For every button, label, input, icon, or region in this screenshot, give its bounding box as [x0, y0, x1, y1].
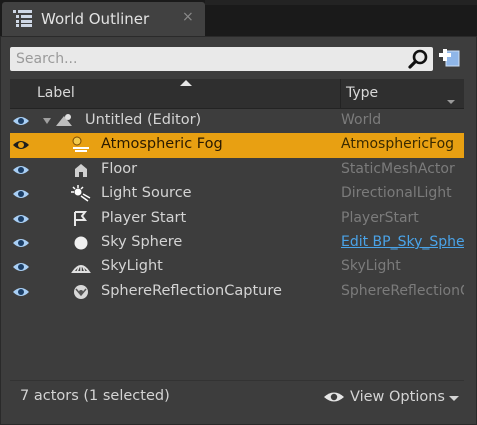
- sort-ascending-icon[interactable]: [180, 80, 192, 86]
- actor-label: Floor: [101, 160, 138, 177]
- actor-row-untitled-editor[interactable]: Untitled (Editor) World: [10, 109, 464, 133]
- edit-blueprint-link[interactable]: Edit BP_Sky_Sphere: [341, 234, 464, 250]
- player-start-icon: [74, 210, 87, 226]
- static-mesh-icon: [75, 163, 87, 177]
- sphere-icon: [74, 236, 88, 250]
- skylight-icon: [71, 265, 91, 274]
- actor-row-sky-sphere[interactable]: Sky Sphere Edit BP_Sky_Sphere: [10, 231, 464, 255]
- column-type-header[interactable]: Type: [346, 85, 378, 101]
- fog-icon: [72, 136, 89, 153]
- eye-visibility-icon[interactable]: [12, 163, 30, 177]
- world-icon: [56, 114, 72, 126]
- actor-list: Untitled (Editor) World Atmospheric Fog …: [10, 109, 464, 304]
- actor-label: SphereReflectionCapture: [101, 282, 282, 299]
- column-label-header[interactable]: Label: [37, 85, 75, 101]
- actor-type: DirectionalLight: [341, 185, 452, 202]
- tab-bar-strip: [205, 0, 477, 5]
- column-header: Label Type: [10, 79, 464, 109]
- eye-visibility-icon[interactable]: [12, 138, 30, 152]
- actor-type: PlayerStart: [341, 209, 419, 226]
- actor-row-light-source[interactable]: Light Source DirectionalLight: [10, 182, 464, 206]
- eye-visibility-icon[interactable]: [12, 285, 30, 299]
- eye-visibility-icon[interactable]: [12, 212, 30, 226]
- actor-row-floor[interactable]: Floor StaticMeshActor: [10, 158, 464, 182]
- actor-type: SphereReflectionCapture: [341, 282, 464, 299]
- actor-type: SkyLight: [341, 258, 401, 275]
- tab-bar: World Outliner ×: [0, 0, 477, 36]
- view-options-label: View Options: [350, 389, 445, 405]
- actor-label: Atmospheric Fog: [101, 136, 223, 153]
- outliner-panel: Label Type Untitled (Editor) World A: [0, 36, 477, 425]
- chevron-down-icon[interactable]: [447, 100, 455, 104]
- search-icon[interactable]: [408, 49, 428, 69]
- actor-label: Light Source: [101, 185, 192, 202]
- actor-count-status: 7 actors (1 selected): [20, 388, 170, 404]
- chevron-down-icon: [448, 395, 459, 401]
- search-input[interactable]: [10, 47, 400, 71]
- actor-label: Untitled (Editor): [85, 112, 202, 128]
- eye-visibility-icon[interactable]: [12, 114, 30, 128]
- directional-light-icon: [71, 185, 91, 202]
- search-box: [10, 47, 433, 71]
- eye-icon: [324, 392, 344, 402]
- actor-row-atmospheric-fog[interactable]: Atmospheric Fog AtmosphericFog: [10, 133, 464, 158]
- add-actor-icon[interactable]: [437, 47, 461, 71]
- footer-divider: [10, 380, 464, 381]
- actor-label: Player Start: [101, 209, 187, 226]
- actor-row-sphere-reflection-capture[interactable]: SphereReflectionCapture SphereReflection…: [10, 280, 464, 304]
- column-divider[interactable]: [340, 79, 341, 109]
- actor-label: Sky Sphere: [101, 233, 183, 250]
- tab-title: World Outliner: [41, 10, 150, 28]
- tab-world-outliner[interactable]: World Outliner ×: [2, 2, 205, 36]
- reflection-capture-icon: [74, 284, 88, 299]
- view-options-button[interactable]: View Options: [323, 386, 459, 408]
- close-icon[interactable]: ×: [182, 9, 194, 25]
- actor-row-player-start[interactable]: Player Start PlayerStart: [10, 207, 464, 231]
- actor-row-skylight[interactable]: SkyLight SkyLight: [10, 255, 464, 279]
- actor-label: SkyLight: [101, 258, 163, 275]
- eye-visibility-icon[interactable]: [12, 260, 30, 274]
- outliner-list-icon: [13, 10, 32, 27]
- actor-type: StaticMeshActor: [341, 160, 455, 177]
- actor-type: World: [341, 112, 382, 128]
- tree-expander-icon[interactable]: [43, 118, 51, 124]
- eye-visibility-icon[interactable]: [12, 187, 30, 201]
- actor-type: AtmosphericFog: [341, 136, 455, 153]
- eye-visibility-icon[interactable]: [12, 236, 30, 250]
